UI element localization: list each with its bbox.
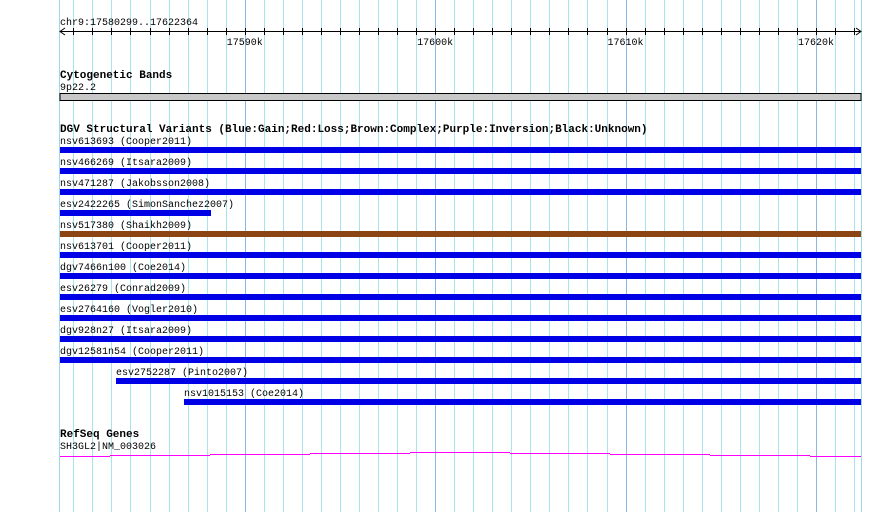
dgv-feature-bar[interactable] bbox=[60, 294, 861, 300]
dgv-feature-label: dgv12581n54 (Cooper2011) bbox=[60, 346, 204, 358]
dgv-feature-bar[interactable] bbox=[60, 336, 861, 342]
dgv-feature-label: nsv471287 (Jakobsson2008) bbox=[60, 178, 210, 190]
dgv-feature-bar[interactable] bbox=[60, 315, 861, 321]
refseq-track-title: RefSeq Genes bbox=[60, 429, 139, 441]
ruler-tick-label: 17600k bbox=[417, 37, 453, 49]
dgv-feature-label: dgv7466n100 (Coe2014) bbox=[60, 262, 186, 274]
dgv-feature-label: nsv517380 (Shaikh2009) bbox=[60, 220, 192, 232]
dgv-feature-bar[interactable] bbox=[60, 168, 861, 174]
dgv-track-title: DGV Structural Variants (Blue:Gain;Red:L… bbox=[60, 124, 648, 136]
dgv-feature-bar[interactable] bbox=[60, 231, 861, 237]
gene-label: SH3GL2|NM_003026 bbox=[60, 441, 156, 453]
dgv-feature-bar[interactable] bbox=[60, 252, 861, 258]
dgv-feature-label: nsv1015153 (Coe2014) bbox=[184, 388, 304, 400]
dgv-feature[interactable]: esv2752287 (Pinto2007) bbox=[116, 367, 862, 384]
dgv-feature-label: esv2752287 (Pinto2007) bbox=[116, 367, 248, 379]
dgv-feature-label: dgv928n27 (Itsara2009) bbox=[60, 325, 192, 337]
ruler-tick-label: 17620k bbox=[798, 37, 834, 49]
dgv-feature-bar[interactable] bbox=[60, 210, 212, 216]
cyto-track-title: Cytogenetic Bands bbox=[60, 70, 172, 82]
track-panel: chr9:17580299..17622364 17590k 17600k 1761… bbox=[59, 0, 862, 512]
cyto-band-label: 9p22.2 bbox=[60, 83, 96, 94]
dgv-feature-label: esv2422265 (SimonSanchez2007) bbox=[60, 199, 234, 211]
cyto-band[interactable] bbox=[59, 93, 862, 101]
ruler-tick-label: 17610k bbox=[608, 37, 644, 49]
dgv-feature-bar[interactable] bbox=[60, 273, 861, 279]
genome-browser-panel: chr9:17580299..17622364 17590k 17600k 1761… bbox=[0, 0, 890, 512]
dgv-feature-bar[interactable] bbox=[60, 147, 861, 153]
dgv-feature-bar[interactable] bbox=[60, 189, 861, 195]
dgv-feature-label: esv2764160 (Vogler2010) bbox=[60, 304, 198, 316]
dgv-feature-bar[interactable] bbox=[60, 357, 861, 363]
dgv-feature[interactable]: esv2422265 (SimonSanchez2007) bbox=[60, 199, 234, 216]
dgv-feature-bar[interactable] bbox=[116, 378, 862, 384]
dgv-feature-label: esv26279 (Conrad2009) bbox=[60, 283, 186, 295]
ruler-tick-label: 17590k bbox=[227, 37, 263, 49]
dgv-feature-label: nsv613701 (Cooper2011) bbox=[60, 241, 192, 253]
location-label: chr9:17580299..17622364 bbox=[60, 17, 198, 29]
dgv-feature-bar[interactable] bbox=[183, 399, 862, 405]
dgv-feature-label: nsv613693 (Cooper2011) bbox=[60, 136, 192, 148]
dgv-feature-label: nsv466269 (Itsara2009) bbox=[60, 157, 192, 169]
